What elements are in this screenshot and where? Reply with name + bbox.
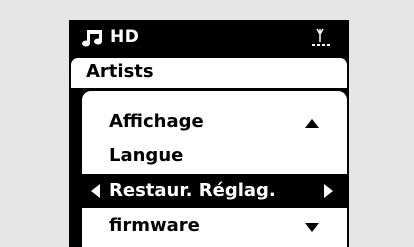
menu-header: Artists — [71, 58, 347, 88]
device-screen: HD Artists Affichage Langue Restaur. Rég… — [69, 20, 349, 247]
right-arrow-icon — [324, 184, 333, 198]
header-title: Artists — [86, 61, 154, 82]
menu-item-affichage[interactable]: Affichage — [82, 105, 347, 139]
menu-item-label: firmware — [109, 215, 200, 236]
source-label: HD — [110, 27, 140, 47]
scroll-up-icon — [305, 119, 319, 128]
music-note-icon — [82, 30, 102, 47]
menu-item-label: Restaur. Réglag. — [109, 180, 276, 201]
menu-item-label: Affichage — [109, 111, 204, 132]
antenna-signal-icon — [312, 28, 330, 46]
menu-list: Affichage Langue Restaur. Réglag. firmwa… — [82, 91, 347, 247]
status-bar: HD — [69, 20, 349, 54]
menu-item-label: Langue — [109, 145, 184, 166]
left-arrow-icon — [91, 184, 100, 198]
menu-item-firmware[interactable]: firmware — [82, 209, 347, 243]
menu-item-restaur-reglag[interactable]: Restaur. Réglag. — [82, 174, 347, 208]
menu-item-langue[interactable]: Langue — [82, 139, 347, 173]
scroll-down-icon — [305, 223, 319, 232]
